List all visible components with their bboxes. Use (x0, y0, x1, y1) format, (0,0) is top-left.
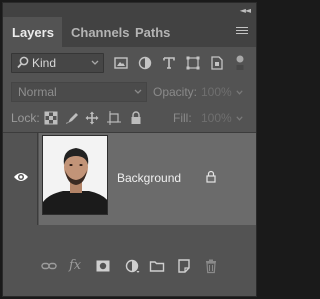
collapse-panel-button[interactable]: ◄◄ (240, 6, 251, 15)
new-layer-icon[interactable] (176, 258, 192, 274)
layers-list: Background (3, 132, 256, 254)
layer-name: Background (117, 171, 182, 185)
portrait-thumbnail-image (43, 136, 107, 214)
new-adjustment-icon[interactable] (124, 258, 140, 274)
layers-panel: ◄◄ Layers Channels Paths Kind Normal Opa… (2, 2, 257, 297)
chevron-down-icon (91, 60, 99, 65)
layer-row-background[interactable]: Background (3, 133, 256, 225)
filter-kind-label: Kind (32, 56, 57, 70)
layer-body[interactable]: Background (39, 133, 256, 225)
type-filter-icon[interactable] (161, 55, 177, 71)
fill-label: Fill: (173, 111, 192, 125)
lock-artboard-icon[interactable] (107, 111, 121, 125)
panel-top-strip: ◄◄ (3, 3, 256, 17)
search-icon (17, 56, 29, 69)
filter-row: Kind (3, 47, 256, 77)
eye-icon[interactable] (13, 171, 29, 183)
lock-pixels-icon[interactable] (65, 111, 79, 125)
lock-label: Lock: (11, 111, 40, 125)
lock-row: Lock: Fill: 100% (3, 108, 256, 130)
pixel-filter-icon[interactable] (113, 55, 129, 71)
fx-icon[interactable]: fx (69, 258, 85, 274)
lock-all-icon[interactable] (129, 111, 143, 125)
layer-lock-icon[interactable] (206, 170, 216, 183)
opacity-label: Opacity: (153, 85, 198, 99)
panel-tab-bar: Layers Channels Paths (3, 17, 256, 47)
visibility-cell (3, 133, 38, 225)
link-layers-icon[interactable] (41, 258, 57, 274)
chevron-down-icon[interactable] (236, 90, 243, 95)
blend-mode-select[interactable]: Normal (11, 82, 147, 102)
chevron-down-icon[interactable] (236, 116, 243, 121)
blend-mode-label: Normal (18, 85, 57, 99)
fill-input[interactable]: 100% (201, 111, 232, 125)
adjustment-filter-icon[interactable] (137, 55, 153, 71)
tab-layers[interactable]: Layers (3, 17, 62, 47)
new-group-icon[interactable] (149, 258, 165, 274)
filter-kind-select[interactable]: Kind (11, 53, 104, 73)
tab-paths[interactable]: Paths (126, 17, 179, 47)
filter-toggle-icon[interactable] (236, 55, 244, 71)
panel-menu-icon[interactable] (236, 27, 248, 36)
layers-bottom-toolbar: fx (3, 253, 256, 278)
lock-transparent-icon[interactable] (44, 111, 58, 125)
opacity-input[interactable]: 100% (201, 85, 232, 99)
delete-icon[interactable] (203, 258, 219, 274)
shape-filter-icon[interactable] (185, 55, 201, 71)
lock-position-icon[interactable] (85, 111, 99, 125)
smart-object-filter-icon[interactable] (209, 55, 225, 71)
blend-row: Normal Opacity: 100% (3, 82, 256, 104)
add-mask-icon[interactable] (95, 258, 111, 274)
chevron-down-icon (134, 89, 142, 94)
layer-thumbnail[interactable] (42, 135, 108, 215)
